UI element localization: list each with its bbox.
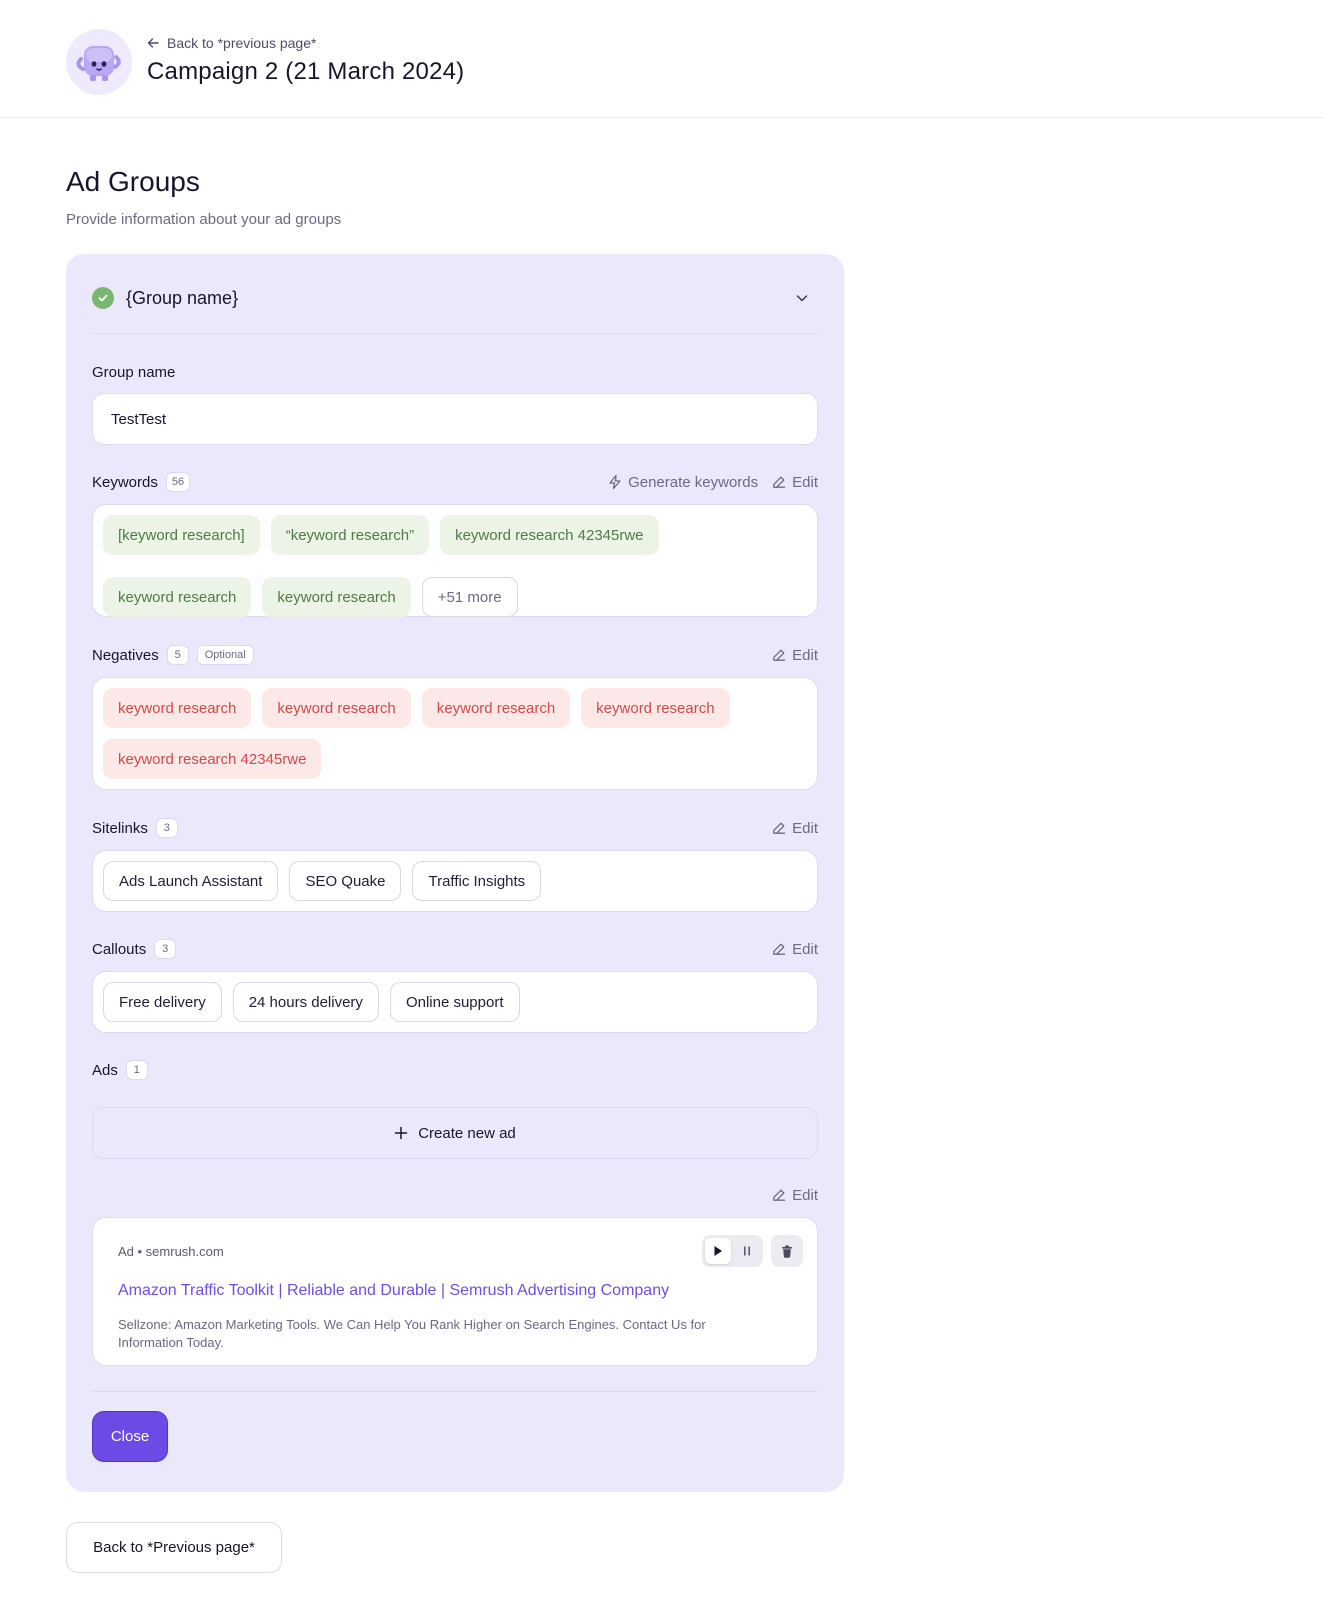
keyword-chip[interactable]: keyword research (103, 577, 252, 617)
sitelink-chip[interactable]: Ads Launch Assistant (103, 861, 279, 901)
pencil-icon (773, 649, 786, 661)
keyword-chip[interactable]: keyword research (262, 577, 411, 617)
sitelinks-label: Sitelinks 3 (92, 816, 178, 840)
section-title: Ad Groups (66, 166, 200, 197)
create-new-ad-label: Create new ad (418, 1124, 516, 1142)
callouts-edit-label: Edit (792, 940, 818, 958)
sitelinks-edit-button[interactable]: Edit (772, 820, 818, 837)
ads-edit-label: Edit (792, 1186, 818, 1204)
section-subtitle: Provide information about your ad groups (66, 211, 342, 228)
ad-description: Sellzone: Amazon Marketing Tools. We Can… (118, 1317, 706, 1350)
mascot-icon (66, 29, 132, 95)
ads-label: Ads 1 (92, 1058, 148, 1082)
pause-button[interactable] (735, 1238, 761, 1264)
close-button[interactable]: Close (92, 1411, 168, 1462)
keywords-box: [keyword research] “keyword research” ke… (92, 504, 818, 617)
sitelinks-label-text: Sitelinks (92, 819, 148, 837)
callouts-box: Free delivery 24 hours delivery Online s… (92, 971, 818, 1033)
ads-count-badge: 1 (125, 1060, 148, 1080)
ads-actions: Edit (772, 1183, 818, 1207)
callouts-label-text: Callouts (92, 940, 147, 958)
negative-chip[interactable]: keyword research (262, 688, 411, 728)
back-link-label: Back to *previous page* (167, 35, 317, 51)
play-icon (714, 1246, 722, 1256)
back-to-previous-page-button[interactable]: Back to *Previous page* (66, 1522, 282, 1573)
callouts-edit-button[interactable]: Edit (772, 941, 818, 958)
optional-badge: Optional (196, 645, 254, 665)
create-new-ad-button[interactable]: Create new ad (92, 1107, 818, 1159)
sitelinks-edit-label: Edit (792, 819, 818, 837)
keyword-chip[interactable]: “keyword research” (270, 515, 430, 555)
delete-ad-button[interactable] (771, 1235, 803, 1267)
negatives-edit-button[interactable]: Edit (772, 647, 818, 664)
negatives-count-badge: 5 (166, 645, 189, 665)
chevron-down-icon[interactable] (794, 290, 810, 306)
keyword-chip[interactable]: [keyword research] (103, 515, 260, 555)
negative-chip[interactable]: keyword research 42345rwe (103, 739, 322, 779)
callout-chip[interactable]: 24 hours delivery (232, 982, 379, 1022)
negatives-label: Negatives 5 Optional (92, 643, 254, 667)
back-link[interactable]: Back to *previous page* (147, 34, 316, 52)
keywords-edit-label: Edit (792, 473, 818, 491)
page-header: Back to *previous page* Campaign 2 (21 M… (0, 0, 1323, 118)
sitelinks-actions: Edit (772, 816, 818, 840)
negative-chip[interactable]: keyword research (421, 688, 571, 728)
plus-icon (394, 1126, 408, 1140)
keywords-edit-button[interactable]: Edit (772, 474, 818, 491)
sitelinks-count-badge: 3 (155, 818, 178, 838)
group-name-label: Group name (92, 360, 175, 384)
negatives-box: keyword research keyword research keywor… (92, 677, 818, 790)
sitelink-chip[interactable]: SEO Quake (289, 861, 402, 901)
trash-icon (782, 1245, 792, 1258)
callout-chip[interactable]: Online support (389, 982, 520, 1022)
play-pause-toggle (702, 1235, 763, 1267)
group-name-label-text: Group name (92, 363, 176, 381)
ads-label-text: Ads (92, 1061, 118, 1079)
pause-icon (744, 1246, 751, 1256)
page-title: Campaign 2 (21 March 2024) (147, 58, 465, 85)
negatives-actions: Edit (772, 643, 818, 667)
ad-meta: Ad • semrush.com (118, 1244, 224, 1259)
arrow-left-icon (147, 38, 159, 48)
negatives-label-text: Negatives (92, 646, 159, 664)
negative-chip[interactable]: keyword research (581, 688, 730, 728)
play-button[interactable] (705, 1238, 731, 1264)
pencil-icon (773, 943, 786, 955)
generate-keywords-label: Generate keywords (628, 473, 759, 491)
negatives-edit-label: Edit (792, 646, 818, 664)
pencil-icon (773, 476, 786, 488)
keywords-label: Keywords 56 (92, 470, 191, 494)
ads-edit-button[interactable]: Edit (772, 1187, 818, 1204)
keyword-chip[interactable]: keyword research 42345rwe (440, 515, 659, 555)
lightning-icon (609, 474, 621, 490)
ad-group-title: {Group name} (126, 287, 239, 308)
sitelinks-box: Ads Launch Assistant SEO Quake Traffic I… (92, 850, 818, 912)
sitelink-chip[interactable]: Traffic Insights (412, 861, 542, 901)
keywords-count-badge: 56 (165, 472, 191, 492)
check-circle-icon (92, 287, 114, 309)
header-divider (92, 333, 818, 334)
more-keywords-button[interactable]: +51 more (421, 577, 518, 617)
ad-headline[interactable]: Amazon Traffic Toolkit | Reliable and Du… (118, 1282, 669, 1300)
keywords-actions: Generate keywords Edit (608, 470, 818, 494)
footer-divider (92, 1391, 818, 1392)
callout-chip[interactable]: Free delivery (103, 982, 222, 1022)
generate-keywords-button[interactable]: Generate keywords (608, 474, 758, 491)
avatar (66, 29, 132, 95)
callouts-count-badge: 3 (154, 939, 177, 959)
ad-group-header[interactable]: {Group name} (92, 282, 818, 314)
callouts-label: Callouts 3 (92, 937, 177, 961)
pencil-icon (773, 1189, 786, 1201)
negative-chip[interactable]: keyword research (103, 688, 252, 728)
callouts-actions: Edit (772, 937, 818, 961)
ad-preview-card: Ad • semrush.com Amazon Traffic Toolkit … (92, 1217, 818, 1366)
group-name-input[interactable] (92, 393, 818, 445)
pencil-icon (773, 822, 786, 834)
page-frame: Back to *previous page* Campaign 2 (21 M… (0, 0, 1323, 1600)
ad-controls (702, 1235, 803, 1267)
keywords-label-text: Keywords (92, 473, 158, 491)
ad-group-card: {Group name} Group name Keywords 56 Gene… (66, 254, 844, 1492)
